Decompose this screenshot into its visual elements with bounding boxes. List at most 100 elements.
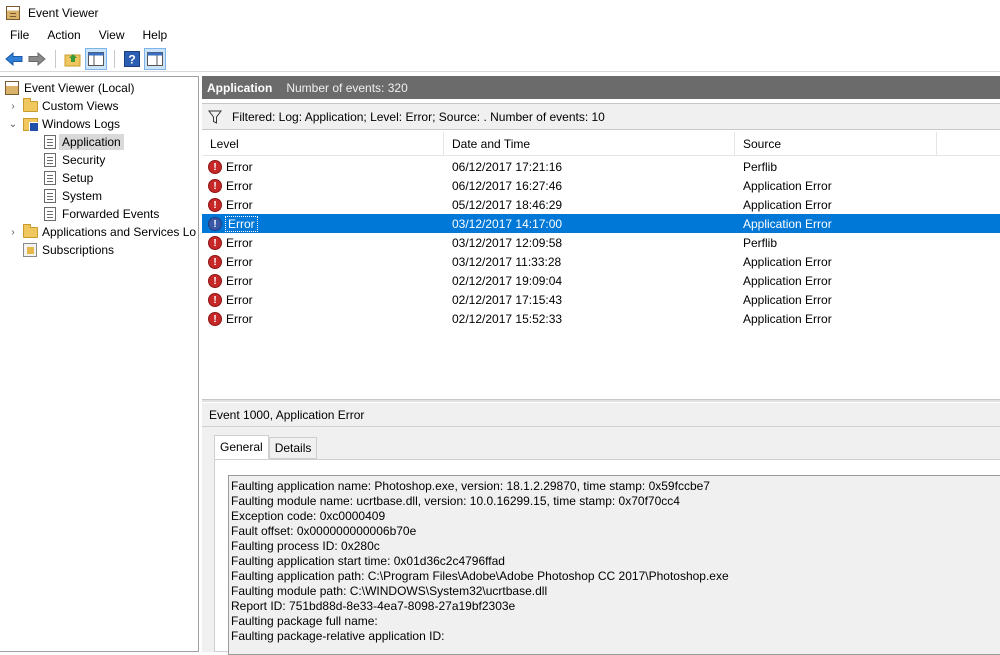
back-arrow-icon	[5, 51, 23, 66]
table-row[interactable]: ! Error 02/12/2017 17:15:43 Application Err…	[202, 290, 1000, 309]
table-row[interactable]: ! Error 02/12/2017 19:09:04 Application Err…	[202, 271, 1000, 290]
tree-item-label: Security	[62, 153, 106, 167]
chevron-right-icon[interactable]: ›	[8, 227, 18, 238]
table-row[interactable]: ! Error 03/12/2017 11:33:28 Application Err…	[202, 252, 1000, 271]
column-header-level[interactable]: Level	[202, 132, 444, 156]
forward-button[interactable]	[26, 48, 48, 70]
cell-date-time: 06/12/2017 16:27:46	[452, 178, 563, 193]
tree-item-application[interactable]: Application	[42, 133, 124, 151]
event-count: Number of events: 320	[286, 80, 408, 95]
help-button[interactable]: ?	[121, 48, 143, 70]
event-description-line: Faulting application start time: 0x01d36…	[231, 554, 505, 568]
cell-date-time: 02/12/2017 17:15:43	[452, 292, 563, 307]
cell-level: ! Error	[202, 311, 444, 326]
show-hide-action-pane-button[interactable]	[144, 47, 166, 70]
event-description-line: Faulting application path: C:\Program Fi…	[231, 569, 729, 583]
table-header: Level Date and Time Source	[202, 132, 1000, 156]
back-button[interactable]	[3, 48, 25, 70]
tree-item-label: Forwarded Events	[62, 207, 160, 221]
menu-action[interactable]: Action	[37, 25, 88, 45]
tree-item-forwarded-events[interactable]: Forwarded Events	[42, 205, 159, 223]
error-icon: !	[208, 216, 222, 231]
tree-item-label: Subscriptions	[42, 243, 115, 257]
event-title: Event 1000, Application Error	[202, 403, 1000, 427]
column-header-date-time[interactable]: Date and Time	[444, 132, 735, 156]
menu-bar: File Action View Help	[0, 25, 1000, 45]
level-text: Error	[225, 215, 258, 232]
cell-date-time: 03/12/2017 11:33:28	[452, 254, 562, 269]
table-row[interactable]: ! Error 03/12/2017 14:17:00 Application Err…	[202, 214, 1000, 233]
log-icon	[42, 152, 58, 168]
event-viewer-app-icon	[6, 5, 20, 20]
tree-item-custom-views[interactable]: › Custom Views	[8, 97, 118, 115]
menu-file[interactable]: File	[0, 25, 37, 45]
cell-level: ! Error	[202, 235, 444, 250]
log-icon	[42, 206, 58, 222]
table-row[interactable]: ! Error 06/12/2017 17:21:16 Perflib	[202, 157, 1000, 176]
tree-item-system[interactable]: System	[42, 187, 102, 205]
cell-level: ! Error	[202, 197, 444, 212]
up-folder-icon	[64, 53, 81, 66]
tree-item-windows-logs[interactable]: ⌄ Windows Logs	[8, 115, 120, 133]
show-hide-tree-button[interactable]	[85, 47, 107, 70]
folder-icon	[22, 223, 38, 240]
cell-source: Application Error	[743, 254, 832, 269]
pane-splitter[interactable]	[202, 399, 1000, 402]
table-row[interactable]: ! Error 03/12/2017 12:09:58 Perflib	[202, 233, 1000, 252]
events-table: Level Date and Time Source ! Error 06/12/2…	[202, 132, 1000, 397]
log-header-bar: Application Number of events: 320	[202, 76, 1000, 99]
menu-help[interactable]: Help	[133, 25, 176, 45]
log-icon	[42, 134, 58, 150]
event-description-text[interactable]: Faulting application name: Photoshop.exe…	[228, 475, 1000, 655]
error-icon: !	[208, 292, 222, 307]
error-icon: !	[208, 273, 222, 288]
tree-item-applications-and-services-logs[interactable]: › Applications and Services Lo	[8, 223, 196, 241]
event-viewer-window: Event Viewer File Action View Help ? Eve…	[0, 0, 1000, 655]
filter-funnel-icon	[208, 110, 222, 124]
tree-item-label: Applications and Services Lo	[42, 225, 197, 239]
cell-date-time: 02/12/2017 15:52:33	[452, 311, 563, 326]
folder-icon	[22, 97, 38, 114]
toolbar: ?	[0, 46, 1000, 72]
event-description-line: Faulting process ID: 0x280c	[231, 539, 380, 553]
chevron-right-icon[interactable]: ›	[8, 101, 18, 112]
event-description-line: Faulting application name: Photoshop.exe…	[231, 479, 710, 493]
tree-item-setup[interactable]: Setup	[42, 169, 93, 187]
svg-text:?: ?	[128, 52, 135, 66]
cell-level: ! Error	[202, 292, 444, 307]
tab-details[interactable]: Details	[268, 437, 318, 459]
tab-general[interactable]: General	[214, 435, 269, 459]
cell-date-time: 05/12/2017 18:46:29	[452, 197, 563, 212]
event-description-line: Report ID: 751bd88d-8e33-4ea7-8098-27a19…	[231, 599, 516, 613]
help-icon: ?	[124, 50, 140, 67]
tree-item-label: System	[62, 189, 103, 203]
table-row[interactable]: ! Error 05/12/2017 18:46:29 Application Err…	[202, 195, 1000, 214]
cell-date-time: 03/12/2017 14:17:00	[452, 216, 563, 231]
cell-source: Application Error	[743, 178, 832, 193]
column-header-source[interactable]: Source	[735, 132, 937, 156]
console-tree: Event Viewer (Local) › Custom Views ⌄ Wi…	[0, 76, 199, 652]
general-tab-panel: Faulting application name: Photoshop.exe…	[214, 459, 1000, 655]
event-description-line: Faulting module name: ucrtbase.dll, vers…	[231, 494, 680, 508]
error-icon: !	[208, 311, 222, 326]
menu-view[interactable]: View	[89, 25, 133, 45]
up-level-button[interactable]	[62, 48, 84, 70]
event-description-line: Exception code: 0xc0000409	[231, 509, 386, 523]
tree-item-security[interactable]: Security	[42, 151, 105, 169]
event-description-line: Faulting package full name:	[231, 614, 378, 628]
cell-level: ! Error	[202, 273, 444, 288]
chevron-down-icon[interactable]: ⌄	[8, 119, 18, 130]
tree-item-subscriptions[interactable]: Subscriptions	[22, 241, 114, 259]
tree-item-event-viewer-local[interactable]: Event Viewer (Local)	[4, 79, 135, 97]
table-row[interactable]: ! Error 02/12/2017 15:52:33 Application Err…	[202, 309, 1000, 328]
table-row[interactable]: ! Error 06/12/2017 16:27:46 Application Err…	[202, 176, 1000, 195]
show-hide-tree-icon	[88, 51, 104, 66]
detail-tabs: General Details	[214, 435, 318, 459]
error-icon: !	[208, 178, 222, 193]
event-viewer-icon	[4, 80, 20, 96]
cell-source: Perflib	[743, 235, 778, 250]
error-icon: !	[208, 254, 222, 269]
cell-level: ! Error	[202, 254, 444, 269]
level-text: Error	[226, 311, 253, 326]
tree-item-label: Custom Views	[42, 99, 119, 113]
